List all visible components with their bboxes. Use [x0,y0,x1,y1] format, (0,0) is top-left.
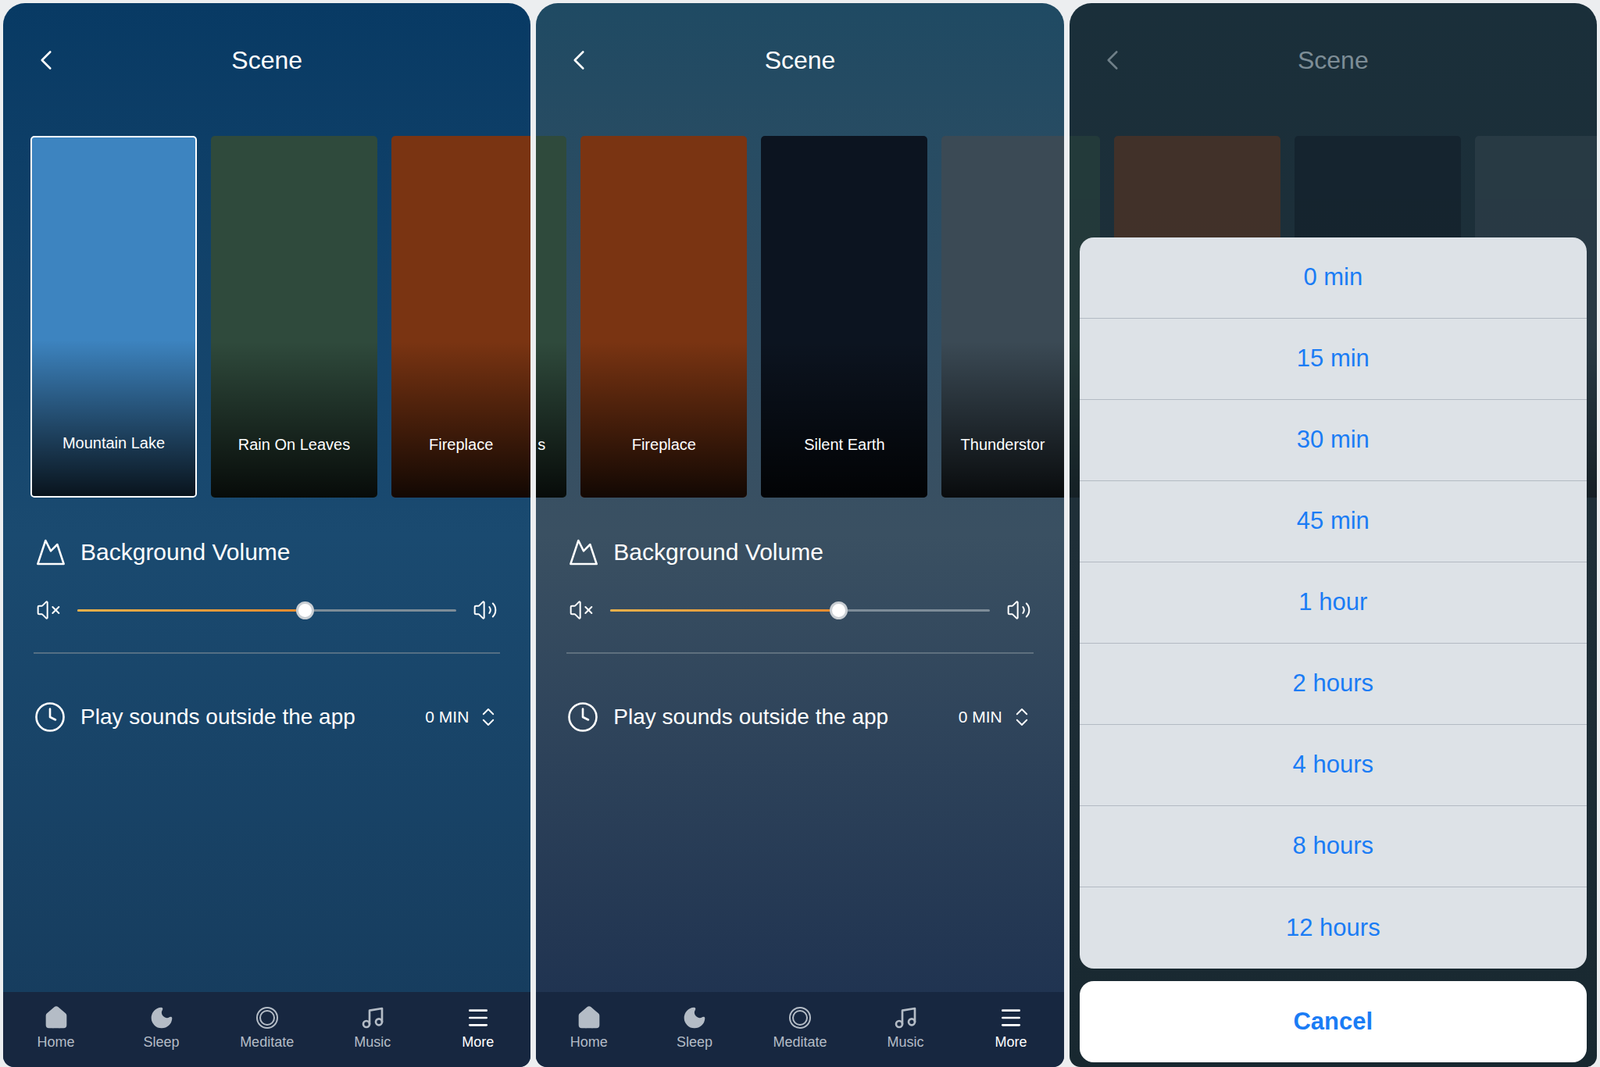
back-icon [29,43,63,77]
tab-item[interactable]: Home [535,992,642,1065]
moon-icon [682,1005,708,1031]
clock-icon [566,700,600,734]
divider [566,652,1033,654]
phone-screen: Scene 0 min15 min30 min45 min1 hour2 hour… [1069,3,1597,1067]
scene-label: s [537,433,546,456]
screen-title: Scene [1297,41,1369,79]
back-button[interactable] [1096,43,1129,77]
scene-tile[interactable]: Thunderstor [941,135,1064,498]
home-icon [576,1005,602,1031]
back-button[interactable] [562,43,596,77]
scene-label: Thunderstor [960,433,1046,456]
scene-tile[interactable]: Silent Earth [760,135,928,498]
divider [33,652,500,654]
cancel-button[interactable]: Cancel [1079,981,1587,1063]
scene-tile[interactable]: Mountain Lake [30,135,197,498]
tab-item[interactable]: Sleep [641,992,747,1065]
option-list: 0 min15 min30 min45 min1 hour2 hours4 ho… [1079,237,1587,969]
tab-item[interactable]: Home [3,992,109,1065]
timer-row[interactable]: Play sounds outside the app 0 MIN [535,700,1064,734]
scene-label: Fireplace [428,433,493,456]
sheet-option[interactable]: 15 min [1079,318,1587,400]
scene-tile[interactable]: Fireplace [391,135,531,498]
header: Scene [535,3,1064,118]
moon-icon [149,1005,175,1031]
slider-track[interactable] [610,609,990,612]
scene-label: Rain On Leaves [238,433,350,456]
timer-value[interactable]: 0 MIN [425,701,469,733]
slider-fill [77,609,305,612]
meditate-icon [254,1005,280,1031]
sheet-option[interactable]: 8 hours [1079,806,1587,888]
tab-item[interactable]: Music [853,992,959,1065]
scene-strip[interactable]: s Fireplace Silent Earth Thunderstor [535,135,1064,498]
slider-fill [610,609,838,612]
scene-tile[interactable]: Fireplace [580,135,747,498]
scene-tile[interactable]: s [535,135,567,498]
screen-title: Scene [764,41,836,79]
tab-item[interactable]: Meditate [214,992,320,1065]
back-icon [562,43,596,77]
sheet-option[interactable]: 2 hours [1079,643,1587,725]
volume-icon [470,597,500,623]
screenshot-collage: Scene Mountain Lake Rain On Leaves Fireplac… [0,0,1600,1067]
scene-label: Fireplace [632,433,697,456]
music-icon [892,1005,918,1031]
updown-icon[interactable] [1010,702,1034,733]
tab-item[interactable]: Music [319,992,425,1065]
home-icon [43,1005,69,1031]
tab-item[interactable]: Meditate [746,992,853,1065]
tab-item[interactable]: More [425,992,531,1065]
phone-screen: Scene s Fireplace Silent Earth Thunderstor Ba… [535,3,1064,1067]
sheet-option[interactable]: 4 hours [1079,725,1587,807]
timer-label: Play sounds outside the app [613,701,944,733]
updown-icon[interactable] [476,702,500,733]
clock-icon [33,700,67,734]
timer-value[interactable]: 0 MIN [958,701,1003,733]
back-icon [1096,43,1129,77]
meditate-icon [787,1005,813,1031]
scene-label: Mountain Lake [62,432,165,454]
tab-bar: HomeSleepMeditateMusicMore [535,992,1064,1067]
menu-icon [998,1005,1024,1031]
header: Scene [3,3,531,118]
timer-row[interactable]: Play sounds outside the app 0 MIN [3,700,531,734]
menu-icon [465,1005,491,1031]
volume-heading: Background Volume [33,536,500,568]
slider-track[interactable] [77,609,457,612]
timer-label: Play sounds outside the app [80,701,411,733]
sheet-option[interactable]: 0 min [1079,237,1587,319]
slider-thumb[interactable] [296,601,315,620]
mountain-icon [566,536,601,568]
volume-slider[interactable] [566,594,1033,626]
back-button[interactable] [29,43,63,77]
phone-screen: Scene Mountain Lake Rain On Leaves Fireplac… [3,3,531,1067]
scene-label: Silent Earth [803,433,885,456]
scene-strip[interactable]: Mountain Lake Rain On Leaves Fireplace [3,135,531,498]
action-sheet: 0 min15 min30 min45 min1 hour2 hours4 ho… [1079,237,1587,1063]
tab-bar: HomeSleepMeditateMusicMore [3,992,531,1067]
header: Scene [1069,3,1597,118]
sheet-option[interactable]: 12 hours [1079,887,1587,969]
music-icon [360,1005,386,1031]
mute-icon [566,597,597,623]
sheet-option[interactable]: 45 min [1079,481,1587,563]
tab-item[interactable]: Sleep [108,992,215,1065]
slider-thumb[interactable] [829,601,848,620]
volume-slider[interactable] [33,594,500,626]
mountain-icon [33,536,68,568]
scene-tile[interactable]: Rain On Leaves [210,135,378,498]
volume-icon [1003,597,1034,623]
screen-title: Scene [231,41,303,79]
tab-item[interactable]: More [958,992,1065,1065]
mute-icon [33,597,64,623]
volume-heading: Background Volume [566,536,1033,568]
sheet-option[interactable]: 1 hour [1079,562,1587,644]
sheet-option[interactable]: 30 min [1079,400,1587,482]
